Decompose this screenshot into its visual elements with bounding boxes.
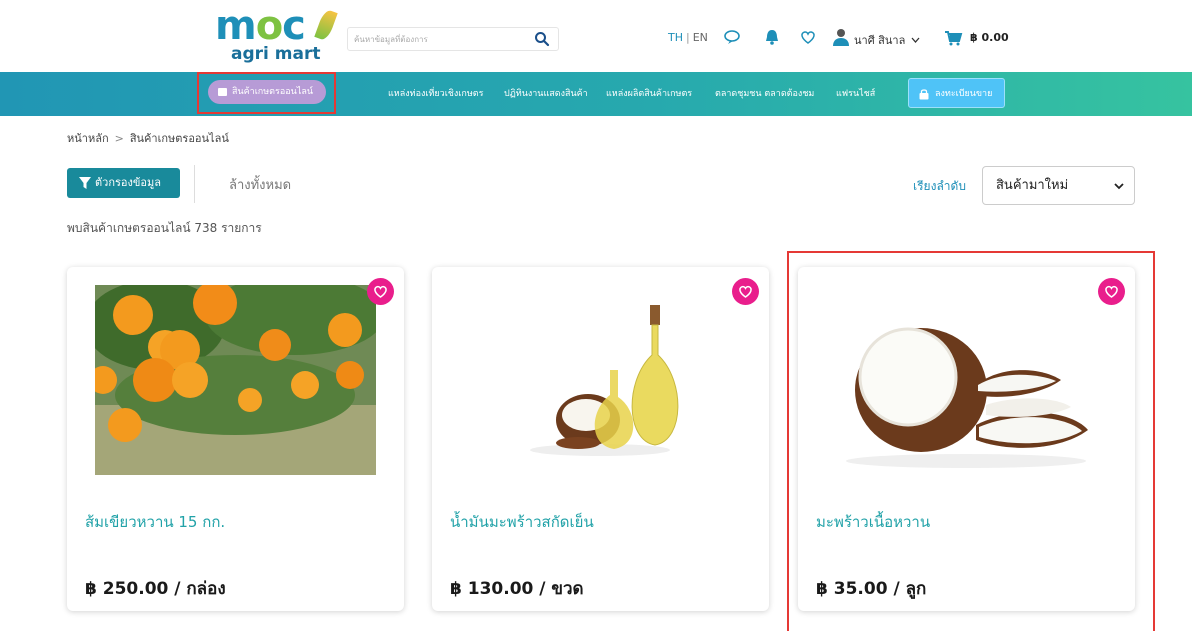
grid-icon [218,88,227,96]
filter-button[interactable]: ตัวกรองข้อมูล [67,168,180,198]
product-price: ฿ 130.00 / ขวด [450,579,584,599]
sort-selected-value: สินค้ามาใหม่ [996,178,1069,193]
sort-select[interactable]: สินค้ามาใหม่ [982,166,1135,205]
product-name[interactable]: ส้มเขียวหวาน 15 กก. [85,510,225,534]
lock-icon [919,89,929,100]
nav-item-franchise[interactable]: แฟรนไชส์ [836,86,875,100]
product-name[interactable]: น้ำมันมะพร้าวสกัดเย็น [450,510,594,534]
nav-item-community-market[interactable]: ตลาดชุมชน ตลาดต้องชม [715,86,814,100]
filter-label: ตัวกรองข้อมูล [95,176,161,189]
user-name-menu[interactable]: นาศี สินาล [854,31,920,49]
breadcrumb-home[interactable]: หน้าหลัก [67,132,109,145]
sort-label: เรียงลำดับ [913,179,966,193]
heart-icon[interactable] [797,26,819,48]
cart-total[interactable]: ฿ 0.00 [970,31,1009,44]
user-icon[interactable] [830,26,852,48]
logo-agri-mart-text: agri mart [231,44,321,64]
product-image-coconut-oil [460,285,741,475]
nav-item-online-products[interactable]: สินค้าเกษตรออนไลน์ [208,80,326,104]
product-card[interactable]: ส้มเขียวหวาน 15 กก. ฿ 250.00 / กล่อง [67,267,404,611]
chevron-down-icon [911,37,920,43]
chat-icon[interactable] [722,26,744,48]
search-input[interactable] [354,31,524,47]
moc-agri-mart-logo[interactable]: moc agri mart [215,3,338,66]
top-header: moc agri mart TH|EN นาศี สินาล ฿ 0.00 [0,0,1192,72]
user-name-label: นาศี สินาล [854,34,906,47]
filter-divider [194,165,195,203]
product-highlight-box [787,251,1155,631]
product-price: ฿ 250.00 / กล่อง [85,579,226,599]
favorite-button[interactable] [732,278,759,305]
breadcrumb-current: สินค้าเกษตรออนไลน์ [129,132,229,145]
nav-item-agri-sources[interactable]: แหล่งผลิตสินค้าเกษตร [606,86,692,100]
logo-moc-text: moc [215,3,306,49]
logo-leaf-icon [314,8,338,42]
clear-all-link[interactable]: ล้างทั้งหมด [229,174,291,195]
breadcrumb-separator: > [114,132,124,145]
product-card[interactable]: น้ำมันมะพร้าวสกัดเย็น ฿ 130.00 / ขวด [432,267,769,611]
nav-item-trade-calendar[interactable]: ปฏิทินงานแสดงสินค้า [504,86,588,100]
register-seller-button[interactable]: ลงทะเบียนขาย [908,78,1005,108]
search-box [347,27,559,51]
lang-en-link[interactable]: EN [693,31,708,44]
breadcrumb: หน้าหลัก > สินค้าเกษตรออนไลน์ [67,129,229,147]
lang-separator: | [686,31,690,44]
heart-icon [739,285,752,298]
lang-th-link[interactable]: TH [668,31,683,44]
product-image-tangerines [95,285,376,475]
nav-item-agri-tourism[interactable]: แหล่งท่องเที่ยวเชิงเกษตร [388,86,483,100]
bell-icon[interactable] [761,26,783,48]
chevron-down-icon [1114,183,1124,190]
cart-icon[interactable] [942,27,964,49]
search-icon[interactable] [534,31,550,47]
main-navbar: สินค้าเกษตรออนไลน์ แหล่งท่องเที่ยวเชิงเก… [0,72,1192,116]
register-label: ลงทะเบียนขาย [935,89,993,99]
favorite-button[interactable] [367,278,394,305]
result-count: พบสินค้าเกษตรออนไลน์ 738 รายการ [67,221,262,235]
heart-icon [374,285,387,298]
language-switch: TH | EN [668,31,708,44]
funnel-icon [79,177,91,189]
nav-item-label: สินค้าเกษตรออนไลน์ [232,87,314,97]
